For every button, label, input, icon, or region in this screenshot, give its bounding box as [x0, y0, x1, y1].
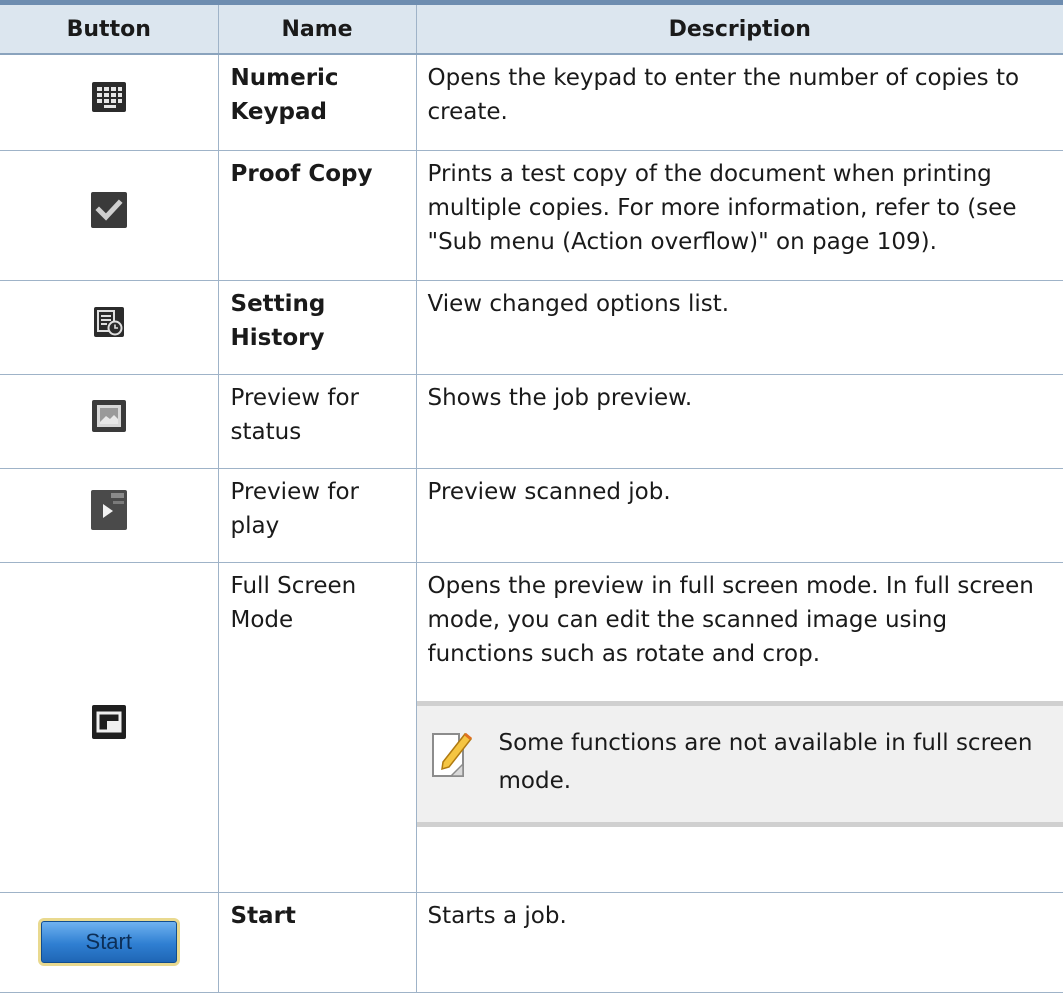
row-name: Start [217, 892, 416, 993]
setting-history-icon[interactable] [93, 307, 124, 347]
button-cell [0, 54, 218, 151]
numeric-keypad-icon[interactable] [91, 82, 126, 122]
table-row: Preview for status Shows the job preview… [0, 374, 1063, 469]
note-pencil-icon [429, 728, 489, 790]
table-row: Preview for play Preview scanned job. [0, 468, 1063, 563]
table-row: Proof Copy Prints a test copy of the doc… [0, 150, 1063, 281]
row-description: Preview scanned job. [415, 468, 1063, 563]
row-name: Full Screen Mode [217, 562, 416, 893]
row-name: Numeric Keypad [217, 54, 416, 151]
row-name: Preview for status [217, 374, 416, 469]
table-row: Numeric Keypad Opens the keypad to enter… [0, 54, 1063, 151]
column-header-button: Button [0, 5, 218, 55]
row-description: Starts a job. [415, 892, 1063, 993]
button-cell [0, 280, 218, 375]
button-cell: Start [0, 892, 218, 993]
row-description: Prints a test copy of the document when … [415, 150, 1063, 281]
row-description: View changed options list. [415, 280, 1063, 375]
start-button[interactable]: Start [40, 921, 177, 963]
row-description: Opens the preview in full screen mode. I… [427, 572, 1034, 667]
note-box: Some functions are not available in full… [416, 700, 1063, 827]
full-screen-icon[interactable] [91, 705, 126, 749]
row-description: Shows the job preview. [415, 374, 1063, 469]
row-description: Opens the keypad to enter the number of … [415, 54, 1063, 151]
play-icon[interactable] [90, 490, 127, 540]
table-row: Full Screen Mode Opens the preview in fu… [0, 562, 1063, 893]
button-cell [0, 150, 218, 281]
button-cell [0, 562, 218, 893]
table-row: Setting History View changed options lis… [0, 280, 1063, 375]
table-row: Start Start Starts a job. [0, 892, 1063, 993]
button-cell [0, 468, 218, 563]
row-name: Proof Copy [217, 150, 416, 281]
button-reference-table: Button Name Description Numeric Keypad O… [0, 5, 1063, 993]
row-description-cell: Opens the preview in full screen mode. I… [415, 562, 1063, 893]
column-header-description: Description [415, 5, 1063, 55]
preview-image-icon[interactable] [91, 400, 126, 442]
checkmark-icon[interactable] [90, 192, 127, 238]
column-header-name: Name [217, 5, 416, 55]
note-text: Some functions are not available in full… [498, 729, 1033, 794]
row-name: Setting History [217, 280, 416, 375]
button-cell [0, 374, 218, 469]
row-name: Preview for play [217, 468, 416, 563]
table-header-row: Button Name Description [0, 5, 1063, 55]
